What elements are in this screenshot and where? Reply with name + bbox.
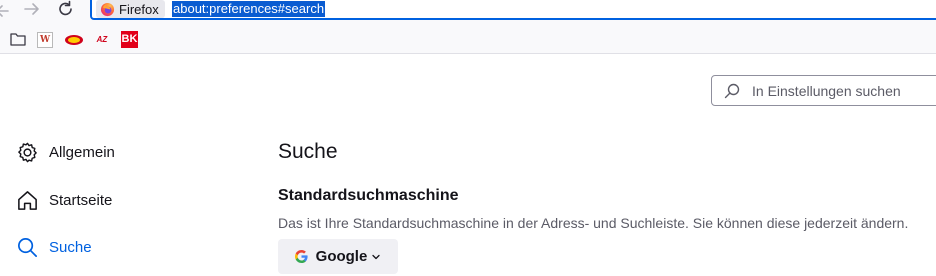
badge-site-icon[interactable] [64, 33, 84, 47]
identity-label: Firefox [119, 1, 159, 17]
az-site-icon[interactable]: AZ [93, 34, 111, 46]
default-engine-description: Das ist Ihre Standardsuchmaschine in der… [278, 215, 909, 231]
bookmarks-toolbar: W AZ BK [0, 22, 936, 54]
chevron-down-icon [372, 254, 380, 259]
back-arrow-icon[interactable] [0, 2, 12, 20]
navigation-toolbar: Firefox about:preferences#search [0, 0, 936, 22]
category-search-label: Suche [49, 238, 92, 256]
firefox-logo-icon [100, 2, 115, 16]
preferences-search-box[interactable] [711, 75, 936, 106]
forward-arrow-icon[interactable] [22, 0, 42, 18]
category-search[interactable]: Suche [16, 233, 92, 261]
google-icon [294, 250, 308, 263]
preferences-search-input[interactable] [752, 82, 936, 100]
category-general-label: Allgemein [49, 143, 115, 161]
identity-box[interactable]: Firefox [96, 0, 165, 18]
default-engine-label: Google [315, 248, 368, 265]
bk-site-icon[interactable]: BK [121, 31, 138, 48]
default-engine-heading: Standardsuchmaschine [278, 187, 459, 204]
gear-icon [18, 142, 37, 162]
search-icon [18, 237, 37, 257]
category-home-label: Startseite [49, 191, 113, 209]
reload-icon[interactable] [56, 0, 76, 18]
home-icon [18, 190, 37, 210]
search-icon [724, 83, 740, 99]
w-site-icon[interactable]: W [37, 32, 53, 48]
page-title: Suche [278, 140, 338, 163]
category-home[interactable]: Startseite [16, 186, 112, 214]
url-text[interactable]: about:preferences#search [172, 1, 326, 17]
category-general[interactable]: Allgemein [16, 138, 115, 166]
folder-icon[interactable] [9, 30, 27, 48]
default-engine-dropdown[interactable]: Google [278, 239, 398, 274]
url-bar[interactable]: Firefox about:preferences#search [90, 0, 936, 20]
